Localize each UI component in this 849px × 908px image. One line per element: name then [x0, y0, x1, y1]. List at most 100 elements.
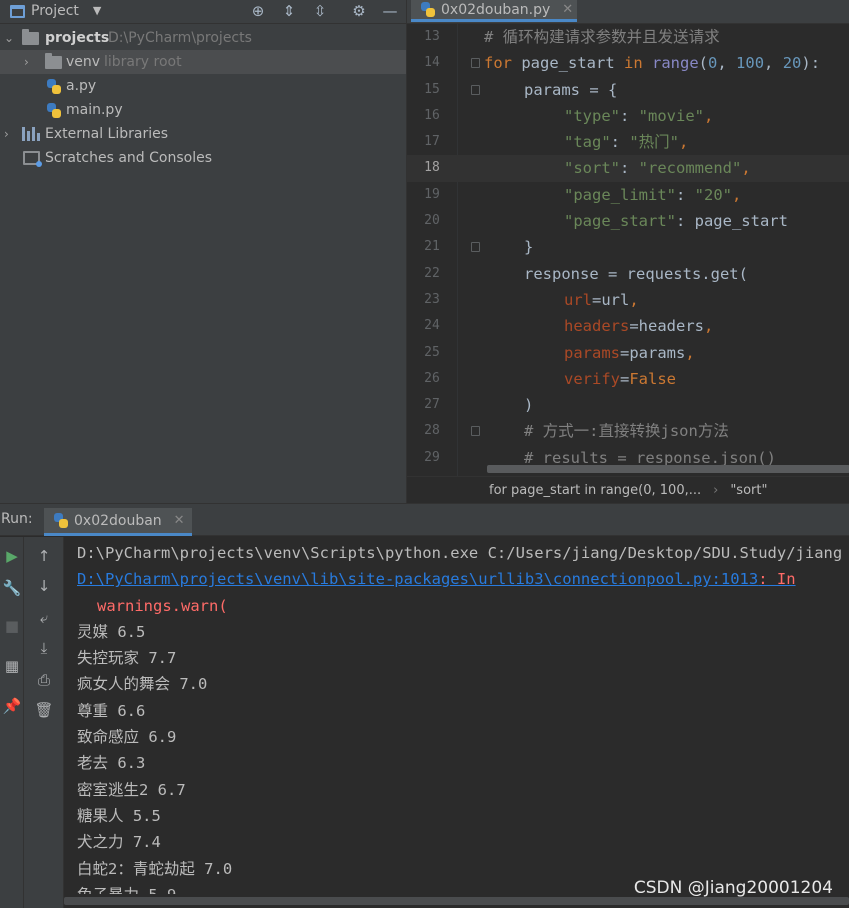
python-file-icon — [47, 79, 61, 94]
code-line[interactable]: 19 "page_limit": "20", — [407, 182, 849, 208]
chevron-right-icon[interactable]: › — [24, 50, 36, 74]
console-result-line: 密室逃生2 6.7 — [77, 780, 186, 799]
console-output[interactable]: D:\PyCharm\projects\venv\Scripts\python.… — [64, 537, 849, 894]
chevron-down-icon[interactable]: ⌄ — [4, 26, 16, 50]
breadcrumb-item[interactable]: for page_start in range(0, 100,... — [489, 483, 701, 498]
layout-icon[interactable]: ▦ — [1, 655, 23, 677]
code-text: "tag": "热门", — [564, 129, 688, 155]
code-line[interactable]: 18 "sort": "recommend", — [407, 155, 849, 182]
code-line[interactable]: 15 params = { — [407, 77, 849, 103]
fold-marker-icon[interactable] — [471, 426, 480, 437]
minimize-icon[interactable]: — — [380, 1, 400, 21]
code-token: : — [620, 159, 639, 178]
tree-item-venv[interactable]: › venv library root — [0, 50, 406, 74]
code-token: url — [564, 290, 592, 309]
code-line[interactable]: 14 for page_start in range(0, 100, 20): — [407, 50, 849, 76]
line-number[interactable]: 14 — [407, 50, 457, 76]
code-text: # 循环构建请求参数并且发送请求 — [484, 24, 720, 50]
collapse-all-icon[interactable]: ⇳ — [310, 1, 330, 21]
tree-item-a-py[interactable]: a.py — [0, 74, 406, 98]
fold-marker-icon[interactable] — [471, 242, 480, 253]
code-line[interactable]: 26 verify=False — [407, 366, 849, 392]
soft-wrap-icon[interactable]: ⤶ — [33, 607, 55, 629]
arrow-up-icon[interactable]: ↑ — [33, 545, 55, 567]
fold-marker-icon[interactable] — [471, 84, 480, 95]
line-number[interactable]: 22 — [407, 261, 457, 287]
close-icon[interactable]: ✕ — [562, 2, 573, 17]
editor-horizontal-scrollbar[interactable] — [487, 465, 849, 473]
line-number[interactable]: 24 — [407, 313, 457, 339]
line-number[interactable]: 15 — [407, 77, 457, 103]
gear-icon[interactable]: ⚙ — [349, 1, 369, 21]
close-icon[interactable]: ✕ — [174, 513, 185, 528]
expand-all-icon[interactable]: ⇕ — [279, 1, 299, 21]
code-area[interactable]: 13 # 循环构建请求参数并且发送请求 14 for page_start in ra… — [407, 24, 849, 476]
line-number[interactable]: 26 — [407, 366, 457, 392]
editor-tab[interactable]: 0x02douban.py ✕ — [411, 0, 577, 22]
project-view-selector[interactable]: Project ▼ — [10, 0, 101, 22]
code-line[interactable]: 22 response = requests.get( — [407, 261, 849, 287]
code-text: ) — [524, 392, 533, 418]
code-line[interactable]: 17 "tag": "热门", — [407, 129, 849, 155]
console-warning-call: warnings.warn( — [97, 596, 228, 615]
console-result-line: 糖果人 5.5 — [77, 806, 161, 825]
line-number[interactable]: 19 — [407, 182, 457, 208]
arrow-down-icon[interactable]: ↓ — [33, 575, 55, 597]
console-warning-line: D:\PyCharm\projects\venv\lib\site-packag… — [64, 566, 849, 592]
code-line[interactable]: 20 "page_start": page_start — [407, 208, 849, 234]
code-line[interactable]: 23 url=url, — [407, 287, 849, 313]
code-token: params = { — [524, 80, 618, 99]
project-header: Project ▼ ⊕ ⇕ ⇳ ⚙ — — [0, 0, 406, 24]
line-number[interactable]: 29 — [407, 445, 457, 471]
code-token: =headers — [629, 317, 704, 336]
code-token: params — [564, 343, 620, 362]
rerun-icon[interactable]: ▶ — [1, 545, 23, 567]
code-text: "page_limit": "20", — [564, 182, 741, 208]
scroll-to-end-icon[interactable]: ⤓ — [33, 637, 55, 659]
run-tab[interactable]: 0x02douban ✕ — [44, 508, 192, 536]
console-result-line: 疯女人的舞会 7.0 — [77, 675, 208, 694]
tree-item-projects[interactable]: ⌄ projects D:\PyCharm\projects — [0, 26, 406, 50]
stop-icon[interactable]: ■ — [1, 615, 23, 637]
line-number[interactable]: 27 — [407, 392, 457, 418]
tree-item-scratches[interactable]: Scratches and Consoles — [0, 146, 406, 170]
line-number[interactable]: 16 — [407, 103, 457, 129]
line-number[interactable]: 28 — [407, 418, 457, 444]
code-text: params=params, — [564, 340, 695, 366]
line-number[interactable]: 21 — [407, 234, 457, 260]
trash-icon[interactable]: 🗑 — [33, 699, 55, 721]
chevron-right-icon[interactable]: › — [4, 122, 16, 146]
tree-item-main-py[interactable]: main.py — [0, 98, 406, 122]
line-number[interactable]: 20 — [407, 208, 457, 234]
console-result-line: 尊重 6.6 — [77, 701, 146, 720]
line-number[interactable]: 13 — [407, 24, 457, 50]
code-token: 100 — [736, 54, 765, 73]
code-line[interactable]: 13 # 循环构建请求参数并且发送请求 — [407, 24, 849, 50]
code-token: False — [629, 369, 677, 388]
run-label: Run: — [1, 511, 33, 527]
line-number[interactable]: 18 — [407, 155, 457, 181]
wrench-icon[interactable]: 🔧 — [1, 577, 23, 599]
code-line[interactable]: 27) — [407, 392, 849, 418]
line-number[interactable]: 23 — [407, 287, 457, 313]
code-line[interactable]: 21} — [407, 234, 849, 260]
code-text: url=url, — [564, 287, 639, 313]
print-icon[interactable]: ⎙ — [33, 669, 55, 691]
pin-icon[interactable]: 📌 — [1, 695, 23, 717]
code-token: , — [679, 133, 689, 152]
fold-marker-icon[interactable] — [471, 58, 480, 69]
line-number[interactable]: 25 — [407, 340, 457, 366]
breadcrumb-item[interactable]: "sort" — [730, 483, 767, 498]
warning-file-link[interactable]: D:\PyCharm\projects\venv\lib\site-packag… — [77, 570, 758, 588]
code-text: verify=False — [564, 366, 676, 392]
line-number[interactable]: 17 — [407, 129, 457, 155]
tree-item-path: D:\PyCharm\projects — [108, 30, 252, 46]
locate-icon[interactable]: ⊕ — [248, 1, 268, 21]
scrollbar-thumb[interactable] — [64, 897, 849, 905]
code-line[interactable]: 25 params=params, — [407, 340, 849, 366]
python-file-icon — [421, 2, 435, 17]
code-line[interactable]: 16 "type": "movie", — [407, 103, 849, 129]
code-line[interactable]: 24 headers=headers, — [407, 313, 849, 339]
tree-item-external-libraries[interactable]: › External Libraries — [0, 122, 406, 146]
code-line[interactable]: 28 # 方式一:直接转换json方法 — [407, 418, 849, 444]
